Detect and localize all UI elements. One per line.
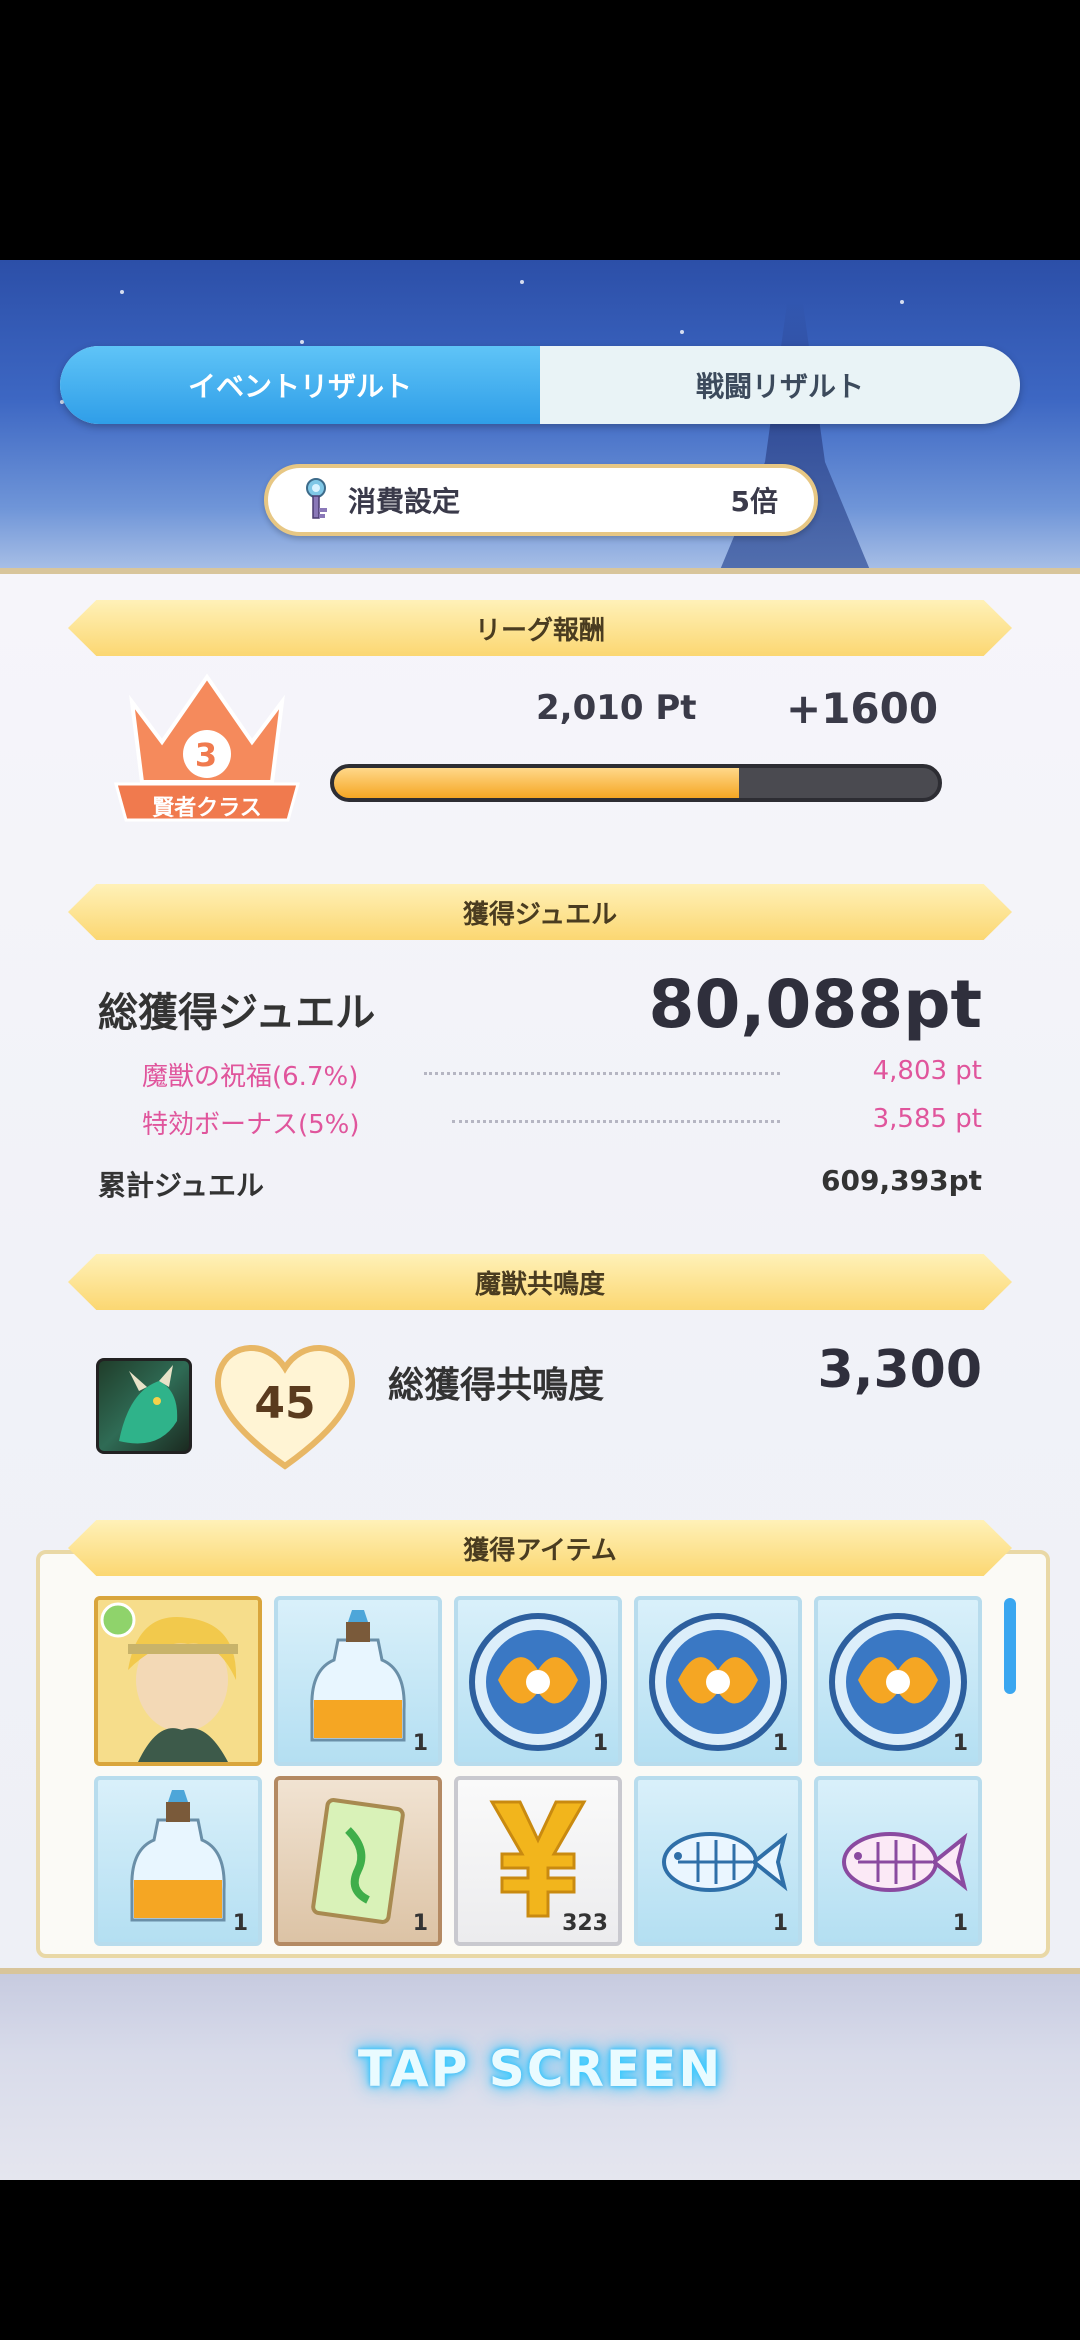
bonus1-leader-dots xyxy=(424,1072,780,1075)
item-fish-bone-blue[interactable]: 1 xyxy=(634,1776,802,1946)
magic-beast-avatar xyxy=(96,1358,192,1454)
rank-class-label: 賢者クラス xyxy=(152,796,262,821)
bonus1-value: 4,803 pt xyxy=(872,1056,982,1086)
league-progress-fill xyxy=(334,768,739,798)
total-resonance-value: 3,300 xyxy=(817,1340,982,1400)
total-jewel-label: 総獲得ジュエル xyxy=(98,990,376,1036)
bonus1-label: 魔獣の祝福(6.7%) xyxy=(142,1062,359,1092)
league-points-gain: +1600 xyxy=(786,684,939,733)
league-reward-ribbon: リーグ報酬 xyxy=(68,600,1012,656)
item-potion-2[interactable]: 1 xyxy=(94,1776,262,1946)
consume-setting: 消費設定 5倍 xyxy=(264,464,818,536)
item-count: 1 xyxy=(952,1911,968,1936)
tab-event-result[interactable]: イベントリザルト xyxy=(60,346,540,424)
bonus2-value: 3,585 pt xyxy=(872,1104,982,1134)
item-count: 1 xyxy=(232,1911,248,1936)
key-icon xyxy=(298,476,334,524)
item-potion-1[interactable]: 1 xyxy=(274,1596,442,1766)
item-green-card[interactable]: 1 xyxy=(274,1776,442,1946)
consume-setting-value: 5倍 xyxy=(730,485,778,518)
total-resonance-label: 総獲得共鳴度 xyxy=(388,1365,605,1406)
item-count: 1 xyxy=(772,1731,788,1756)
rank-number: 3 xyxy=(194,736,218,774)
items-ribbon: 獲得アイテム xyxy=(68,1520,1012,1576)
league-points: 2,010 Pt xyxy=(536,688,697,728)
league-progress-bar xyxy=(330,764,942,802)
result-tabs: イベントリザルト 戦闘リザルト xyxy=(60,346,1020,424)
item-emblem-2[interactable]: 1 xyxy=(634,1596,802,1766)
item-count: 1 xyxy=(412,1911,428,1936)
cumulative-jewel-value: 609,393pt xyxy=(821,1164,982,1197)
tab-battle-result[interactable]: 戦闘リザルト xyxy=(540,346,1020,424)
item-count: 323 xyxy=(562,1911,608,1936)
item-emblem-1[interactable]: 1 xyxy=(454,1596,622,1766)
bottom-black-bar xyxy=(0,2180,1080,2340)
consume-setting-label: 消費設定 xyxy=(348,485,461,518)
bonus2-label: 特効ボーナス(5%) xyxy=(142,1110,360,1140)
item-fish-bone-pink[interactable]: 1 xyxy=(814,1776,982,1946)
top-black-bar xyxy=(0,0,1080,260)
tap-screen-prompt[interactable]: TAP SCREEN xyxy=(0,2040,1080,2098)
jewel-ribbon: 獲得ジュエル xyxy=(68,884,1012,940)
item-emblem-3[interactable]: 1 xyxy=(814,1596,982,1766)
items-scrollbar[interactable] xyxy=(1004,1598,1016,1694)
resonance-ribbon: 魔獣共鳴度 xyxy=(68,1254,1012,1310)
item-count: 1 xyxy=(592,1731,608,1756)
character-card-icon xyxy=(98,1600,258,1762)
bonus2-leader-dots xyxy=(452,1120,780,1123)
item-count: 1 xyxy=(412,1731,428,1756)
item-count: 1 xyxy=(952,1731,968,1756)
item-character-card[interactable] xyxy=(94,1596,262,1766)
item-count: 1 xyxy=(772,1911,788,1936)
item-gold-yen[interactable]: 323 xyxy=(454,1776,622,1946)
cumulative-jewel-label: 累計ジュエル xyxy=(98,1169,265,1202)
total-jewel-value: 80,088pt xyxy=(648,966,982,1043)
resonance-level: 45 xyxy=(254,1378,316,1429)
